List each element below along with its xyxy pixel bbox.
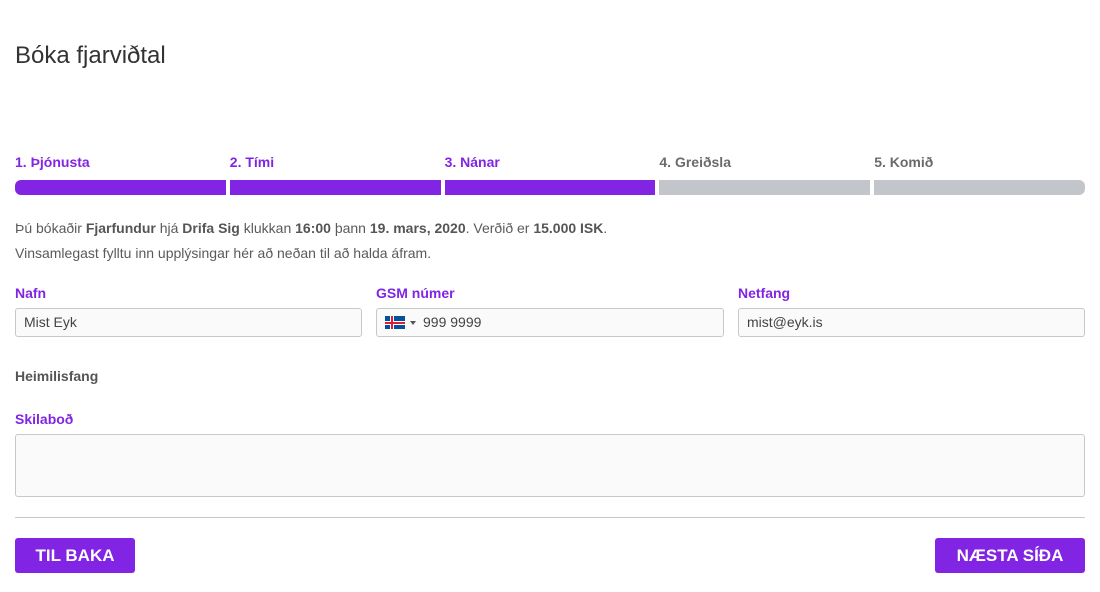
step-label: 5. Komið bbox=[874, 154, 934, 170]
step-label: 3. Nánar bbox=[444, 154, 500, 170]
service-name: Fjarfundur bbox=[85, 220, 156, 236]
message-textarea[interactable] bbox=[15, 434, 1085, 497]
summary-line-2: Vinsamlegast fylltu inn upplýsingar hér … bbox=[15, 245, 432, 261]
iceland-flag-icon bbox=[385, 316, 405, 329]
back-button[interactable]: TIL BAKA bbox=[15, 538, 135, 573]
country-selector[interactable] bbox=[385, 316, 416, 329]
form-divider bbox=[15, 517, 1085, 518]
booking-date: 19. mars, 2020 bbox=[369, 220, 466, 236]
page-title: Bóka fjarviðtal bbox=[15, 42, 166, 69]
address-label: Heimilisfang bbox=[15, 368, 99, 384]
step-bar bbox=[659, 180, 871, 195]
step-details[interactable]: 3. Nánar bbox=[444, 154, 656, 195]
step-bar bbox=[15, 180, 226, 195]
step-time[interactable]: 2. Tími bbox=[229, 154, 441, 195]
step-label: 4. Greiðsla bbox=[659, 154, 731, 170]
phone-input[interactable]: 999 9999 bbox=[376, 308, 724, 337]
step-label: 2. Tími bbox=[229, 154, 275, 170]
step-done: 5. Komið bbox=[874, 154, 1085, 195]
progress-steps: 1. Þjónusta 2. Tími 3. Nánar 4. Greiðsla… bbox=[15, 154, 1085, 195]
message-label: Skilaboð bbox=[15, 411, 74, 427]
phone-label: GSM númer bbox=[376, 285, 455, 301]
booking-summary: Þú bókaðir Fjarfundur hjá Drifa Sig kluk… bbox=[15, 216, 607, 266]
step-service[interactable]: 1. Þjónusta bbox=[15, 154, 226, 195]
phone-value: 999 9999 bbox=[423, 314, 482, 330]
step-payment: 4. Greiðsla bbox=[659, 154, 871, 195]
booking-price: 15.000 ISK bbox=[533, 220, 604, 236]
step-bar bbox=[444, 180, 656, 195]
summary-line-1: Þú bókaðir Fjarfundur hjá Drifa Sig kluk… bbox=[15, 220, 608, 236]
staff-name: Drifa Sig bbox=[182, 220, 240, 236]
name-input[interactable]: Mist Eyk bbox=[15, 308, 362, 337]
caret-down-icon bbox=[410, 320, 416, 325]
step-label: 1. Þjónusta bbox=[15, 154, 90, 170]
email-input[interactable]: mist@eyk.is bbox=[738, 308, 1085, 337]
step-bar bbox=[229, 180, 441, 195]
next-page-button[interactable]: NÆSTA SÍÐA bbox=[935, 538, 1085, 573]
name-label: Nafn bbox=[15, 285, 47, 301]
email-label: Netfang bbox=[738, 285, 791, 301]
booking-time: 16:00 bbox=[295, 220, 331, 236]
step-bar bbox=[874, 180, 1085, 195]
